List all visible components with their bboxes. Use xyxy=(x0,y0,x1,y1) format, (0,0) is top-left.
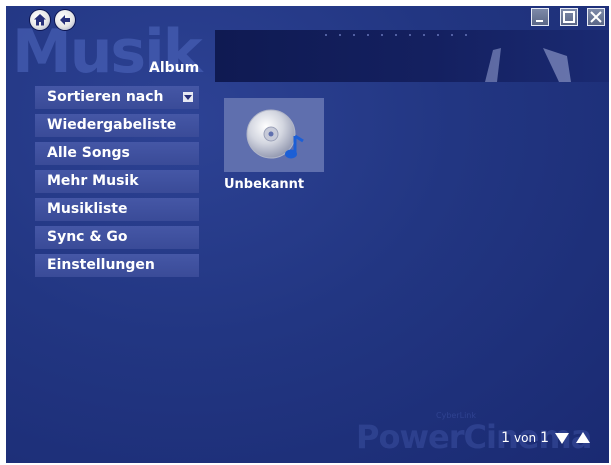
menu-playlist[interactable]: Wiedergabeliste xyxy=(35,114,199,137)
menu-sync-go[interactable]: Sync & Go xyxy=(35,226,199,249)
brand-watermark-small: CyberLink xyxy=(436,411,476,420)
pagination: 1 von 1 xyxy=(501,430,591,446)
banner-decoration xyxy=(325,34,475,36)
view-label: Album xyxy=(149,60,200,76)
menu-settings[interactable]: Einstellungen xyxy=(35,254,199,277)
menu-item-label: Alle Songs xyxy=(47,145,130,161)
header-banner xyxy=(215,30,609,82)
menu-all-songs[interactable]: Alle Songs xyxy=(35,142,199,165)
back-button[interactable] xyxy=(55,10,75,30)
page-separator: von xyxy=(514,431,537,445)
menu-item-label: Mehr Musik xyxy=(47,173,139,189)
banner-graphic xyxy=(485,48,571,82)
close-button[interactable] xyxy=(587,8,605,26)
menu-item-label: Musikliste xyxy=(47,201,128,217)
menu-item-label: Einstellungen xyxy=(47,257,155,273)
page-current: 1 xyxy=(501,430,511,446)
page-total: 1 xyxy=(540,430,549,446)
menu-item-label: Sync & Go xyxy=(47,229,128,245)
side-menu: Sortieren nach Wiedergabeliste Alle Song… xyxy=(35,86,199,282)
menu-sort-by[interactable]: Sortieren nach xyxy=(35,86,199,109)
minimize-button[interactable] xyxy=(531,8,549,26)
page-up-icon[interactable] xyxy=(575,431,591,445)
music-cd-icon xyxy=(246,109,304,159)
menu-more-music[interactable]: Mehr Musik xyxy=(35,170,199,193)
page-down-icon[interactable] xyxy=(554,431,570,445)
menu-music-list[interactable]: Musikliste xyxy=(35,198,199,221)
album-tile[interactable] xyxy=(224,98,324,172)
home-button[interactable] xyxy=(30,10,50,30)
menu-item-label: Sortieren nach xyxy=(47,89,164,105)
maximize-button[interactable] xyxy=(560,8,578,26)
app-window: Musik Album Sortieren nach Wiedergabelis… xyxy=(6,6,609,463)
album-label: Unbekannt xyxy=(224,177,305,192)
menu-item-label: Wiedergabeliste xyxy=(47,117,177,133)
chevron-down-icon xyxy=(183,92,193,102)
